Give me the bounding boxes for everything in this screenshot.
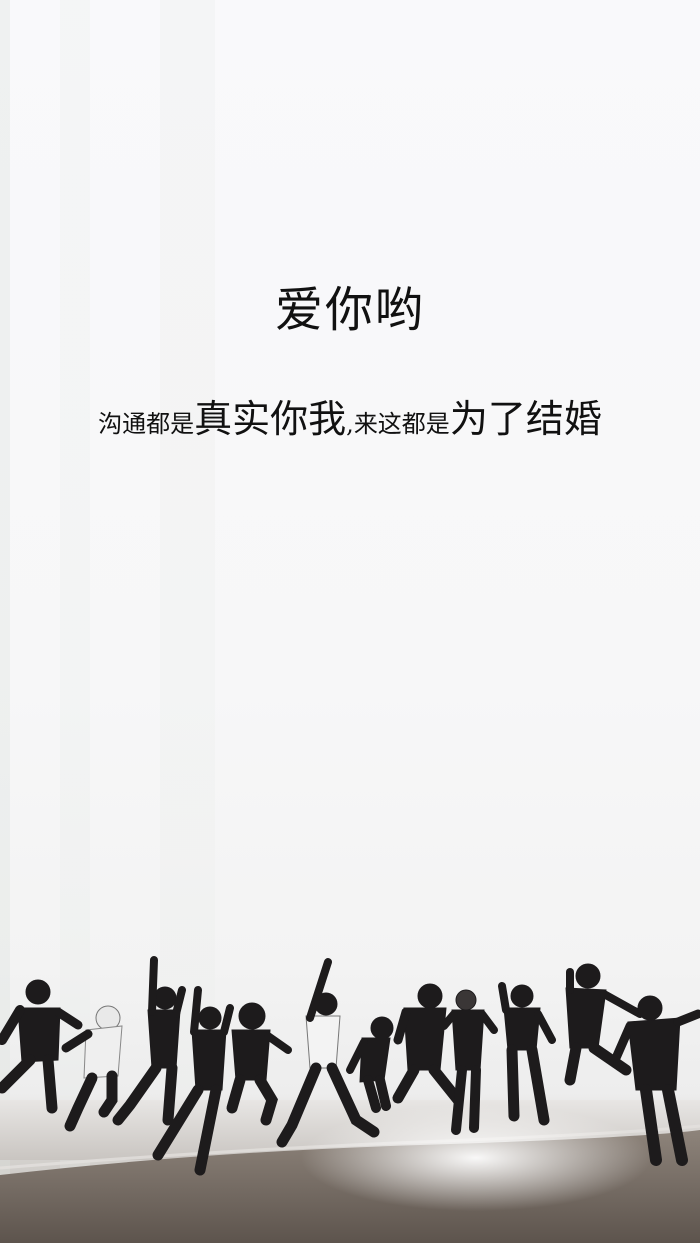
jumping-people-photo bbox=[0, 956, 700, 1243]
subtitle-line: 沟通都是真实你我,来这都是为了结婚 bbox=[0, 388, 700, 443]
subtitle-part-2: 真实你我 bbox=[194, 397, 347, 441]
subtitle-comma: , bbox=[346, 410, 354, 438]
title-text: 爱你哟 bbox=[274, 282, 425, 338]
wallpaper: 爱你哟 沟通都是真实你我,来这都是为了结婚 bbox=[0, 0, 700, 1243]
subtitle-part-4: 为了结婚 bbox=[449, 397, 602, 441]
subtitle-part-3: 来这都是 bbox=[353, 410, 450, 438]
subtitle-part-1: 沟通都是 bbox=[98, 410, 195, 438]
